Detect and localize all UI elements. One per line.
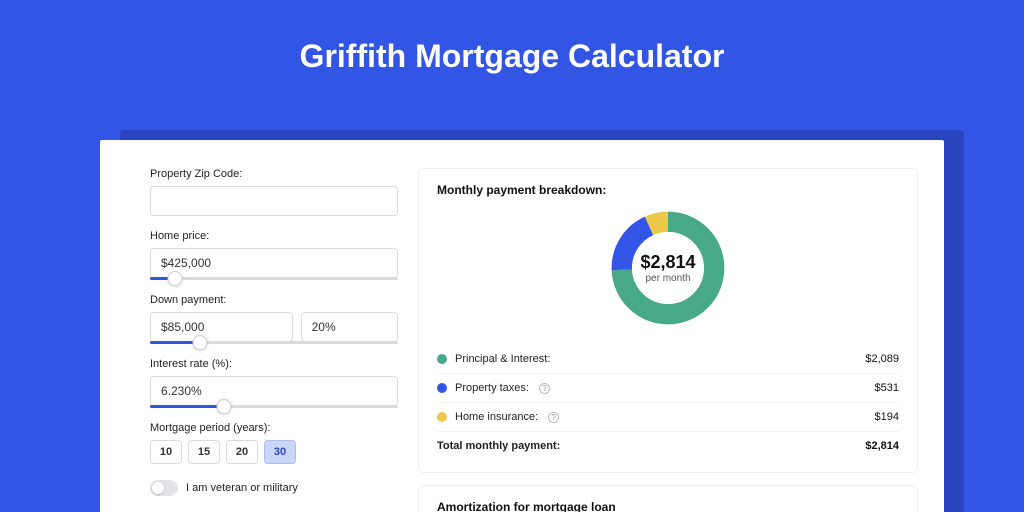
slider-thumb[interactable] (192, 335, 207, 350)
calculator-card: Property Zip Code: Home price: Down paym… (100, 140, 944, 512)
donut-chart: $2,814 per month (607, 207, 729, 329)
period-button-15[interactable]: 15 (188, 440, 220, 464)
home-price-input[interactable] (150, 248, 398, 278)
breakdown-value: $2,089 (865, 353, 899, 365)
legend-dot (437, 412, 447, 422)
donut-wrap: $2,814 per month (437, 207, 899, 329)
period-button-30[interactable]: 30 (264, 440, 296, 464)
page-title: Griffith Mortgage Calculator (0, 0, 1024, 75)
interest-slider[interactable] (150, 405, 398, 408)
hero-background: Griffith Mortgage Calculator Property Zi… (0, 0, 1024, 512)
legend-dot (437, 354, 447, 364)
info-icon[interactable]: ? (539, 383, 550, 394)
info-icon[interactable]: ? (548, 412, 559, 423)
breakdown-row: Property taxes:? $531 (437, 373, 899, 402)
zip-field: Property Zip Code: (150, 168, 398, 216)
breakdown-row: Home insurance:? $194 (437, 402, 899, 431)
veteran-label: I am veteran or military (186, 482, 298, 494)
home-price-slider[interactable] (150, 277, 398, 280)
slider-thumb[interactable] (217, 399, 232, 414)
zip-label: Property Zip Code: (150, 168, 398, 180)
amortization-title: Amortization for mortgage loan (437, 500, 899, 512)
interest-field: Interest rate (%): (150, 358, 398, 408)
breakdown-label: Principal & Interest: (437, 353, 550, 365)
legend-dot (437, 383, 447, 393)
down-payment-slider[interactable] (150, 341, 398, 344)
breakdown-label: Property taxes:? (437, 382, 550, 394)
veteran-toggle[interactable] (150, 480, 178, 496)
period-field: Mortgage period (years): 10152030 (150, 422, 398, 464)
total-value: $2,814 (865, 440, 899, 452)
breakdown-title: Monthly payment breakdown: (437, 183, 899, 197)
breakdown-value: $194 (875, 411, 899, 423)
down-payment-field: Down payment: (150, 294, 398, 344)
breakdown-label-text: Principal & Interest: (455, 353, 550, 365)
breakdown-value: $531 (875, 382, 899, 394)
donut-sub: per month (645, 273, 690, 284)
down-payment-input[interactable] (150, 312, 293, 342)
period-button-10[interactable]: 10 (150, 440, 182, 464)
breakdown-label: Home insurance:? (437, 411, 559, 423)
donut-amount: $2,814 (640, 252, 695, 273)
period-label: Mortgage period (years): (150, 422, 398, 434)
donut-center: $2,814 per month (607, 207, 729, 329)
interest-label: Interest rate (%): (150, 358, 398, 370)
down-payment-pct-input[interactable] (301, 312, 398, 342)
breakdown-row: Principal & Interest: $2,089 (437, 345, 899, 373)
home-price-field: Home price: (150, 230, 398, 280)
breakdown-card: Monthly payment breakdown: $2,814 per mo… (418, 168, 918, 473)
period-button-20[interactable]: 20 (226, 440, 258, 464)
breakdown-label-text: Property taxes: (455, 382, 529, 394)
total-row: Total monthly payment: $2,814 (437, 431, 899, 460)
veteran-row: I am veteran or military (150, 480, 398, 496)
toggle-knob (152, 482, 164, 494)
interest-input[interactable] (150, 376, 398, 406)
zip-input[interactable] (150, 186, 398, 216)
period-buttons: 10152030 (150, 440, 398, 464)
amortization-card: Amortization for mortgage loan Amortizat… (418, 485, 918, 512)
down-payment-label: Down payment: (150, 294, 398, 306)
breakdown-label-text: Home insurance: (455, 411, 538, 423)
form-column: Property Zip Code: Home price: Down paym… (150, 168, 398, 512)
total-label: Total monthly payment: (437, 440, 560, 452)
slider-thumb[interactable] (167, 271, 182, 286)
results-column: Monthly payment breakdown: $2,814 per mo… (398, 168, 918, 512)
home-price-label: Home price: (150, 230, 398, 242)
